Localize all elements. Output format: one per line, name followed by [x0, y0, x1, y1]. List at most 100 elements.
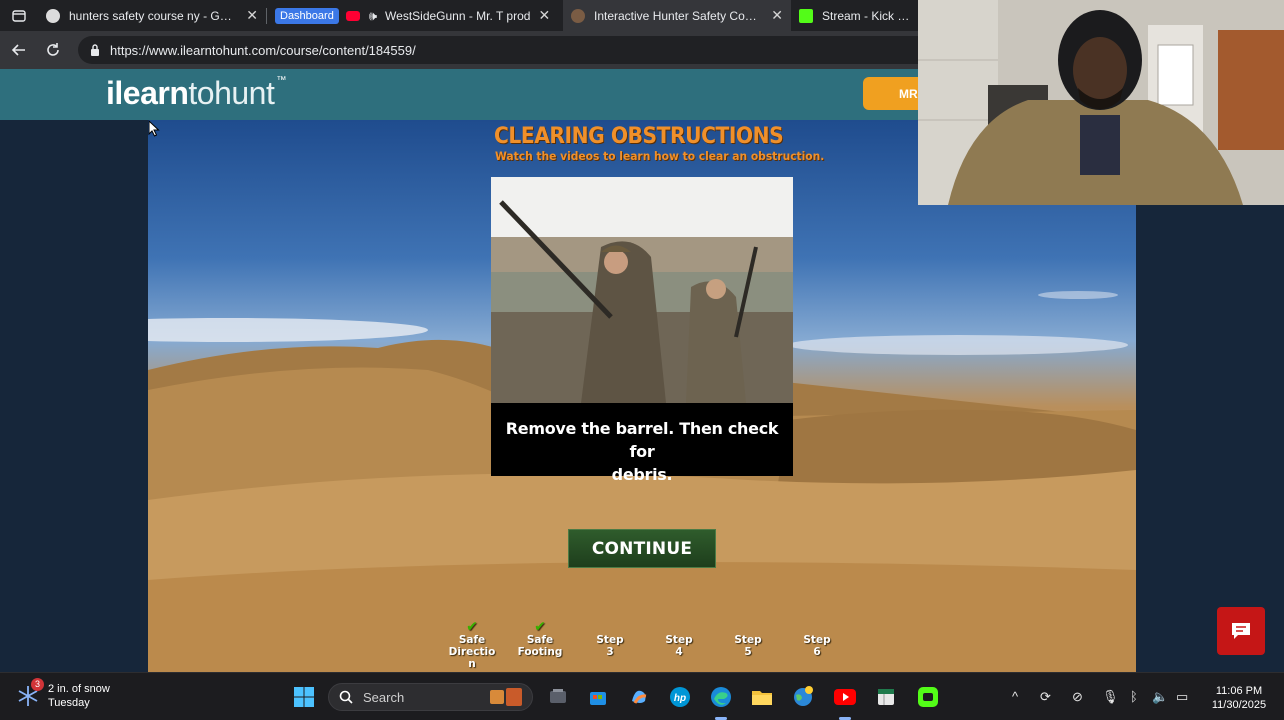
task-view-button[interactable] — [545, 684, 571, 710]
clock-time: 11:06 PM — [1215, 685, 1263, 697]
microphone-icon[interactable]: 🎙 — [1102, 689, 1119, 705]
step-label: Safe — [526, 634, 554, 646]
logo-trademark: ™ — [276, 75, 286, 86]
site-info-icon[interactable] — [88, 43, 102, 57]
sync-icon[interactable]: ⟳ — [1040, 689, 1051, 705]
stream-app-icon — [918, 687, 938, 707]
svg-text:hp: hp — [674, 693, 686, 704]
reload-icon — [47, 43, 59, 56]
notification-badge: 3 — [31, 678, 44, 691]
step-safe-footing[interactable]: ✔ Safe Footing — [510, 620, 570, 658]
streaming-app-button[interactable] — [915, 684, 941, 710]
close-icon[interactable]: ✕ — [771, 7, 783, 24]
url-text: https://www.ilearntohunt.com/course/cont… — [110, 42, 416, 58]
edge-browser-button[interactable] — [708, 684, 734, 710]
tab-google-search[interactable]: hunters safety course ny - Google ✕ — [38, 0, 266, 31]
tab-title: Interactive Hunter Safety Course — [594, 8, 764, 23]
start-button[interactable] — [291, 684, 317, 710]
checkmark-icon: ✔ — [534, 619, 546, 635]
back-arrow-icon — [11, 44, 25, 56]
hp-app-button[interactable]: hp — [667, 684, 693, 710]
tab-actions-button[interactable] — [0, 0, 38, 31]
lesson-title: CLEARING OBSTRUCTIONS — [494, 124, 784, 149]
copilot-icon — [632, 690, 647, 704]
step-label: Footing — [517, 646, 563, 658]
speaker-icon[interactable]: 🕪 — [369, 8, 377, 24]
close-icon[interactable]: ✕ — [246, 7, 258, 24]
step-label: Step — [596, 634, 624, 646]
kick-favicon-icon — [799, 8, 813, 23]
logo-light-text: tohunt — [188, 75, 275, 111]
step-label: 4 — [675, 646, 683, 658]
spreadsheet-app-button[interactable] — [873, 684, 899, 710]
spreadsheet-icon — [878, 689, 894, 705]
step-label: 5 — [744, 646, 752, 658]
tab-youtube-westsidegunn[interactable]: Dashboard 🕪 WestSideGunn - Mr. T prod ✕ — [267, 0, 563, 31]
tab-actions-icon — [12, 9, 26, 22]
network-off-icon[interactable]: ⊘ — [1072, 689, 1083, 705]
step-label: 3 — [606, 646, 614, 658]
search-icon — [339, 690, 353, 704]
system-clock[interactable]: 11:06 PM 11/30/2025 — [1204, 684, 1274, 712]
taskbar-search[interactable]: Search — [328, 683, 533, 711]
step-5[interactable]: Step 5 — [718, 620, 778, 658]
tab-title: hunters safety course ny - Google — [69, 8, 239, 23]
step-label: n — [468, 658, 476, 670]
task-view-icon — [550, 689, 566, 703]
globe-icon — [794, 686, 813, 706]
continue-button[interactable]: CONTINUE — [568, 529, 716, 568]
lesson-video[interactable] — [491, 177, 793, 403]
youtube-app-button[interactable] — [832, 684, 858, 710]
file-explorer-button[interactable] — [749, 684, 775, 710]
reload-button[interactable] — [36, 33, 70, 67]
bluetooth-icon[interactable]: ᛒ — [1130, 689, 1138, 704]
checkmark-icon: ✔ — [466, 619, 478, 635]
lesson-steps-progress: ✔ Safe Directio n ✔ Safe Footing Step 3 … — [442, 620, 842, 672]
copilot-button[interactable] — [626, 684, 652, 710]
show-hidden-icons-button[interactable]: ^ — [1012, 689, 1018, 704]
tab-group-dashboard-chip[interactable]: Dashboard — [275, 7, 339, 24]
battery-icon[interactable]: ▭ — [1176, 689, 1188, 705]
step-label: Step — [665, 634, 693, 646]
search-placeholder: Search — [363, 689, 405, 705]
weather-condition: 2 in. of snow — [48, 683, 110, 695]
youtube-icon — [834, 689, 856, 705]
web-app-button[interactable] — [790, 684, 816, 710]
windows-taskbar: 3 2 in. of snow Tuesday Search hp ^ ⟳ ⊘ … — [0, 672, 1284, 720]
search-highlight-icon — [490, 688, 522, 706]
store-icon — [590, 692, 606, 705]
hp-logo-icon: hp — [670, 687, 690, 707]
chat-widget-button[interactable] — [1217, 607, 1265, 655]
folder-icon — [752, 691, 772, 705]
step-label: Step — [803, 634, 831, 646]
step-label: Step — [734, 634, 762, 646]
step-label: 6 — [813, 646, 821, 658]
step-6[interactable]: Step 6 — [787, 620, 847, 658]
weather-widget[interactable]: 3 2 in. of snow Tuesday — [16, 678, 110, 710]
lesson-subtitle: Watch the videos to learn how to clear a… — [495, 149, 825, 163]
close-icon[interactable]: ✕ — [538, 7, 550, 24]
clock-date: 11/30/2025 — [1211, 699, 1267, 711]
microsoft-store-button[interactable] — [585, 684, 611, 710]
tab-hunter-safety-course[interactable]: Interactive Hunter Safety Course ✕ — [563, 0, 791, 31]
youtube-favicon-icon — [345, 10, 360, 21]
caption-line-2: debris. — [611, 465, 673, 484]
google-favicon-icon — [46, 8, 60, 23]
back-button[interactable] — [2, 33, 36, 67]
tab-kick-dashboard[interactable]: Stream - Kick Dash — [791, 0, 919, 31]
step-4[interactable]: Step 4 — [649, 620, 709, 658]
step-3[interactable]: Step 3 — [580, 620, 640, 658]
step-label: Safe — [458, 634, 486, 646]
video-caption: Remove the barrel. Then check for debris… — [491, 403, 793, 484]
streamer-webcam-illustration — [918, 0, 1284, 205]
hunters-video-frame-illustration — [491, 177, 793, 403]
step-safe-direction[interactable]: ✔ Safe Directio n — [442, 620, 502, 670]
volume-icon[interactable]: 🔈 — [1152, 689, 1168, 705]
ilearntohunt-favicon-icon — [571, 8, 585, 23]
weather-day: Tuesday — [48, 697, 90, 709]
chat-bubble-icon — [1232, 623, 1250, 639]
windows-logo-icon — [294, 687, 314, 707]
ilearntohunt-logo[interactable]: ilearntohunt ™ — [106, 75, 286, 112]
caption-line-1: Remove the barrel. Then check for — [505, 419, 779, 461]
left-margin — [0, 120, 148, 672]
